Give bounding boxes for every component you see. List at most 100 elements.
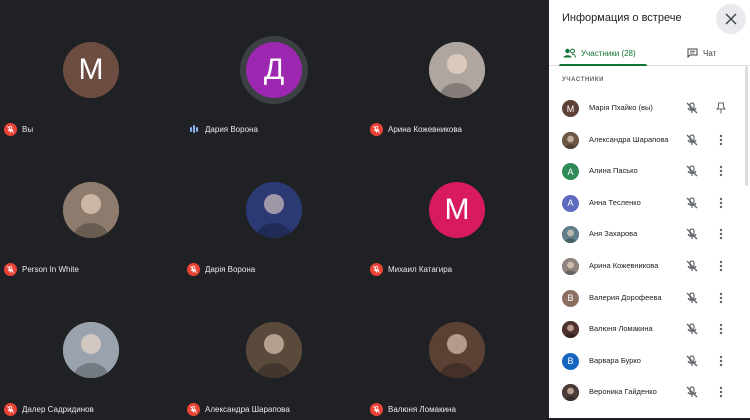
- more-options-icon[interactable]: [714, 227, 728, 241]
- participant-name: Вероника Гайденко: [589, 387, 657, 397]
- participant-row[interactable]: Вероника Гайденко: [549, 377, 750, 408]
- participant-name: Аня Захарова: [589, 229, 638, 239]
- participant-row[interactable]: Арина Кожевникова: [549, 251, 750, 282]
- participant-tile[interactable]: М Михаил Катагира: [366, 140, 549, 280]
- tile-name-row: Александра Шарапова: [187, 402, 290, 416]
- tile-name-row: Арина Кожевникова: [370, 122, 462, 136]
- participant-name: Марія Пхайко (вы): [589, 103, 653, 112]
- participant-name: Валюня Ломакина: [589, 324, 653, 334]
- participant-tile[interactable]: Дарія Ворона: [183, 140, 366, 280]
- meeting-details-panel: Информация о встрече Участники (28) Чат …: [549, 0, 750, 418]
- more-options-icon[interactable]: [714, 291, 728, 305]
- tile-name: Дария Ворона: [205, 124, 258, 134]
- close-icon: [725, 13, 737, 25]
- participant-row[interactable]: Александра Шарапова: [549, 125, 750, 156]
- tile-name: Далер Садридинов: [22, 404, 94, 414]
- participant-tile[interactable]: Валюня Ломакина: [366, 280, 549, 420]
- participant-avatar: А: [562, 163, 579, 181]
- participant-name: Валерия Дорофеева: [589, 292, 662, 302]
- speaking-indicator-icon: [187, 123, 200, 136]
- participant-avatar: А: [562, 194, 579, 212]
- close-panel-button[interactable]: [716, 4, 746, 34]
- tile-avatar: [429, 322, 485, 378]
- tile-name: Вы: [22, 124, 34, 134]
- participant-row[interactable]: Валюня Ломакина: [549, 314, 750, 345]
- tile-name-row: Михаил Катагира: [370, 262, 452, 276]
- mic-off-icon: [370, 262, 383, 276]
- tile-name: Михаил Катагира: [388, 264, 453, 274]
- participant-row[interactable]: Аня Захарова: [549, 219, 750, 250]
- video-grid: М Вы Д Дария Ворона Арина Кожевникова Person …: [0, 0, 549, 418]
- participant-row[interactable]: В Варвара Бурко: [549, 346, 750, 377]
- participant-avatar: [562, 258, 579, 275]
- participant-name: Арина Кожевникова: [589, 261, 659, 270]
- participant-name: Алина Пасько: [589, 166, 638, 176]
- participant-row[interactable]: М Марія Пхайко (вы): [549, 93, 750, 124]
- participant-row[interactable]: А Анна Тесленко: [549, 188, 750, 219]
- participant-row[interactable]: А Алина Пасько: [549, 156, 750, 187]
- mic-off-icon[interactable]: [685, 164, 699, 178]
- active-tab-indicator: [559, 64, 647, 66]
- tab-participants[interactable]: Участники (28): [563, 40, 636, 66]
- participant-avatar: [562, 226, 579, 244]
- mic-off-icon: [187, 402, 200, 416]
- tile-avatar: [246, 182, 302, 238]
- tab-chat[interactable]: Чат: [687, 40, 716, 66]
- mic-off-icon[interactable]: [685, 385, 699, 399]
- participant-name: Анна Тесленко: [589, 197, 641, 207]
- participant-avatar: [562, 131, 579, 149]
- tile-avatar: М: [429, 182, 485, 238]
- mic-off-icon: [370, 122, 383, 136]
- participant-avatar: М: [562, 100, 579, 117]
- participant-avatar: В: [562, 352, 579, 370]
- participant-tile[interactable]: Person In White: [0, 140, 183, 280]
- panel-title: Информация о встрече: [562, 12, 682, 24]
- participant-name: Варвара Бурко: [589, 355, 641, 365]
- pin-icon[interactable]: [714, 101, 728, 115]
- more-options-icon[interactable]: [714, 196, 728, 210]
- people-icon: [563, 48, 576, 58]
- mic-off-icon[interactable]: [685, 227, 699, 241]
- participant-tile[interactable]: Д Дария Ворона: [183, 0, 366, 140]
- more-options-icon[interactable]: [714, 385, 728, 399]
- mic-off-icon: [187, 262, 200, 276]
- tile-avatar: Д: [246, 42, 302, 98]
- tile-avatar: [63, 322, 119, 378]
- tile-name-row: Валюня Ломакина: [370, 402, 456, 416]
- more-options-icon[interactable]: [714, 133, 728, 147]
- participant-row[interactable]: В Валерия Дорофеева: [549, 283, 750, 314]
- more-options-icon[interactable]: [714, 354, 728, 368]
- mic-off-icon[interactable]: [685, 354, 699, 368]
- mic-off-icon[interactable]: [685, 101, 699, 115]
- panel-tabs: Участники (28) Чат: [549, 40, 750, 66]
- more-options-icon[interactable]: [714, 322, 728, 336]
- mic-off-icon[interactable]: [685, 291, 699, 305]
- tile-name: Арина Кожевникова: [388, 124, 462, 134]
- tile-name: Дарія Ворона: [205, 264, 256, 274]
- mic-off-icon[interactable]: [685, 133, 699, 147]
- scrollbar[interactable]: [745, 66, 748, 186]
- participant-avatar: [562, 321, 579, 339]
- tab-participants-label: Участники (28): [581, 48, 636, 58]
- mic-off-icon: [4, 402, 17, 416]
- mic-off-icon: [370, 402, 383, 416]
- participant-tile[interactable]: Далер Садридинов: [0, 280, 183, 420]
- more-options-icon[interactable]: [714, 164, 728, 178]
- mic-off-icon: [4, 262, 17, 276]
- mic-off-icon[interactable]: [685, 322, 699, 336]
- tab-chat-label: Чат: [703, 48, 717, 58]
- tile-name-row: Дария Ворона: [187, 122, 258, 136]
- tile-name-row: Дарія Ворона: [187, 262, 255, 276]
- tile-name-row: Далер Садридинов: [4, 402, 94, 416]
- more-options-icon[interactable]: [714, 259, 728, 273]
- tile-avatar: [246, 322, 302, 378]
- participant-tile[interactable]: Александра Шарапова: [183, 280, 366, 420]
- tile-name-row: Person In White: [4, 262, 79, 276]
- participant-tile[interactable]: М Вы: [0, 0, 183, 140]
- section-label: УЧАСТНИКИ: [562, 77, 605, 83]
- mic-off-icon[interactable]: [685, 196, 699, 210]
- mic-off-icon[interactable]: [685, 259, 699, 273]
- participant-avatar: [562, 384, 579, 402]
- participant-tile[interactable]: Арина Кожевникова: [366, 0, 549, 140]
- tile-name: Александра Шарапова: [205, 404, 290, 414]
